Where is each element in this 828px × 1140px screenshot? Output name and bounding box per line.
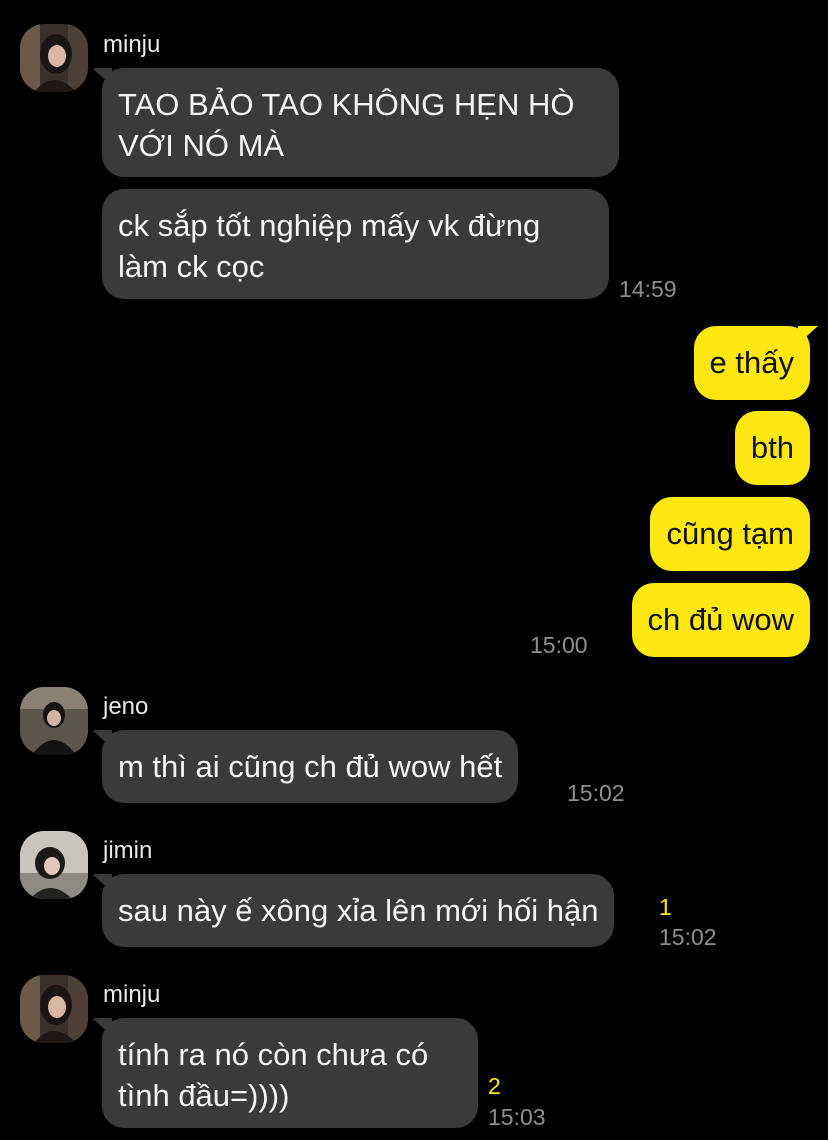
message-text-line: làm ck cọc [118,249,265,284]
sender-name: minju [103,981,161,1008]
message-text-line: tình đầu=)))) [118,1078,290,1113]
avatar-minju-image [20,975,88,1043]
avatar-minju[interactable] [20,975,88,1043]
message-timestamp: 15:03 [488,1104,546,1130]
message-text: e thấy [709,345,794,380]
message-text-line: VỚI NÓ MÀ [118,128,285,163]
message-timestamp: 15:02 [659,924,717,950]
message-text-line: ck sắp tốt nghiệp mấy vk đừng [118,208,541,243]
message-bubble-outgoing[interactable]: bth [734,411,810,485]
message-bubble-outgoing[interactable]: ch đủ wow [631,583,810,657]
message-text: sau này ế xông xỉa lên mới hối hận [118,893,599,928]
message-bubble-outgoing[interactable]: cũng tạm [650,497,810,571]
avatar-jeno[interactable] [20,687,88,755]
message-text: ch đủ wow [647,602,794,637]
message-text-line: tính ra nó còn chưa có [118,1037,429,1072]
message-bubble[interactable]: m thì ai cũng ch đủ wow hết [102,730,519,803]
message-timestamp: 15:02 [567,780,625,806]
message-text: bth [750,430,794,465]
sender-name: jeno [103,693,149,720]
sender-name: jimin [103,837,153,864]
avatar-minju[interactable] [20,24,88,92]
avatar-minju-image [20,24,88,92]
avatar-jimin-image [20,831,88,899]
message-timestamp: 14:59 [619,276,677,302]
avatar-jimin[interactable] [20,831,88,899]
message-text-line: TAO BẢO TAO KHÔNG HẸN HÒ [118,87,575,122]
message-text: m thì ai cũng ch đủ wow hết [118,749,503,784]
message-timestamp: 15:00 [530,632,588,658]
message-text: cũng tạm [666,516,794,551]
avatar-jeno-image [20,687,88,755]
unread-count: 2 [488,1073,501,1099]
unread-count: 1 [659,894,672,920]
message-bubble[interactable]: TAO BẢO TAO KHÔNG HẸN HÒ VỚI NÓ MÀ [102,68,619,177]
message-bubble[interactable]: sau này ế xông xỉa lên mới hối hận [102,874,615,947]
message-bubble[interactable]: tính ra nó còn chưa có tình đầu=)))) [102,1018,478,1128]
message-bubble[interactable]: ck sắp tốt nghiệp mấy vk đừng làm ck cọc [102,189,609,299]
sender-name: minju [103,31,161,58]
message-bubble-outgoing[interactable]: e thấy [693,326,810,400]
